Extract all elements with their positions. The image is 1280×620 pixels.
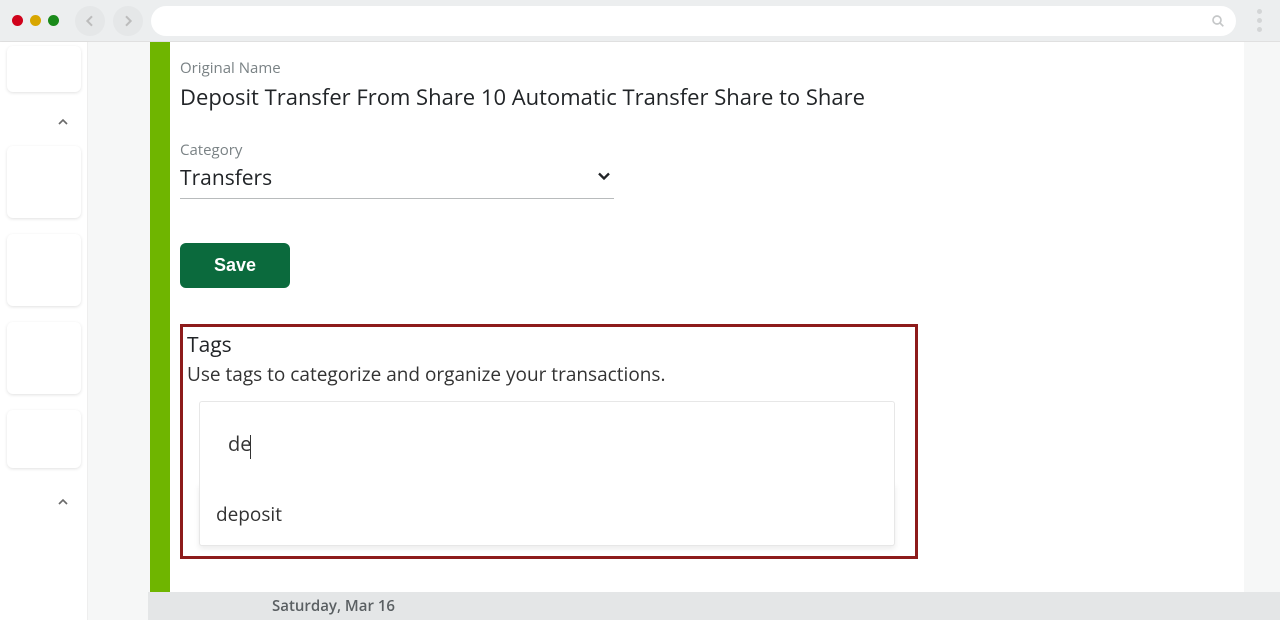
sidebar-collapse-toggle[interactable]	[7, 108, 81, 136]
tags-suggestion-dropdown: deposit	[199, 483, 895, 546]
category-label: Category	[180, 140, 1226, 160]
category-value: Transfers	[180, 164, 594, 192]
text-caret	[250, 435, 251, 459]
tags-suggestion-item[interactable]: deposit	[216, 501, 880, 527]
window-controls	[12, 15, 59, 26]
date-header-bar: Saturday, Mar 16	[148, 592, 1280, 620]
forward-button[interactable]	[113, 6, 143, 36]
browser-menu-button[interactable]	[1250, 9, 1268, 32]
tags-input-container[interactable]: de	[199, 401, 895, 483]
arrow-left-icon	[82, 13, 98, 29]
app-body: Original Name Deposit Transfer From Shar…	[0, 42, 1280, 620]
sidebar-thumb[interactable]	[7, 234, 81, 306]
sidebar-thumb[interactable]	[7, 46, 81, 92]
tags-title: Tags	[187, 331, 907, 359]
tags-section-highlight: Tags Use tags to categorize and organize…	[180, 324, 918, 559]
arrow-right-icon	[120, 13, 136, 29]
back-button[interactable]	[75, 6, 105, 36]
tags-description: Use tags to categorize and organize your…	[187, 361, 907, 387]
date-header-text: Saturday, Mar 16	[272, 596, 395, 616]
chevron-up-icon	[55, 494, 71, 510]
chevron-up-icon	[55, 114, 71, 130]
browser-chrome	[0, 0, 1280, 42]
sidebar	[0, 42, 88, 620]
search-icon	[1210, 13, 1226, 29]
tags-input[interactable]: de	[228, 430, 251, 457]
transaction-detail-panel: Original Name Deposit Transfer From Shar…	[150, 42, 1244, 620]
close-window-dot[interactable]	[12, 15, 23, 26]
category-select[interactable]: Transfers	[180, 164, 614, 199]
sidebar-thumb[interactable]	[7, 410, 81, 468]
sidebar-thumb[interactable]	[7, 322, 81, 394]
original-name-value: Deposit Transfer From Share 10 Automatic…	[180, 82, 1226, 112]
address-bar[interactable]	[151, 6, 1236, 36]
maximize-window-dot[interactable]	[48, 15, 59, 26]
minimize-window-dot[interactable]	[30, 15, 41, 26]
main-column: Original Name Deposit Transfer From Shar…	[88, 42, 1280, 620]
sidebar-thumb[interactable]	[7, 146, 81, 218]
content-scroll: Original Name Deposit Transfer From Shar…	[88, 42, 1280, 620]
original-name-label: Original Name	[180, 58, 1226, 78]
sidebar-collapse-toggle[interactable]	[7, 488, 81, 516]
save-button[interactable]: Save	[180, 243, 290, 288]
chevron-down-icon	[594, 166, 614, 191]
